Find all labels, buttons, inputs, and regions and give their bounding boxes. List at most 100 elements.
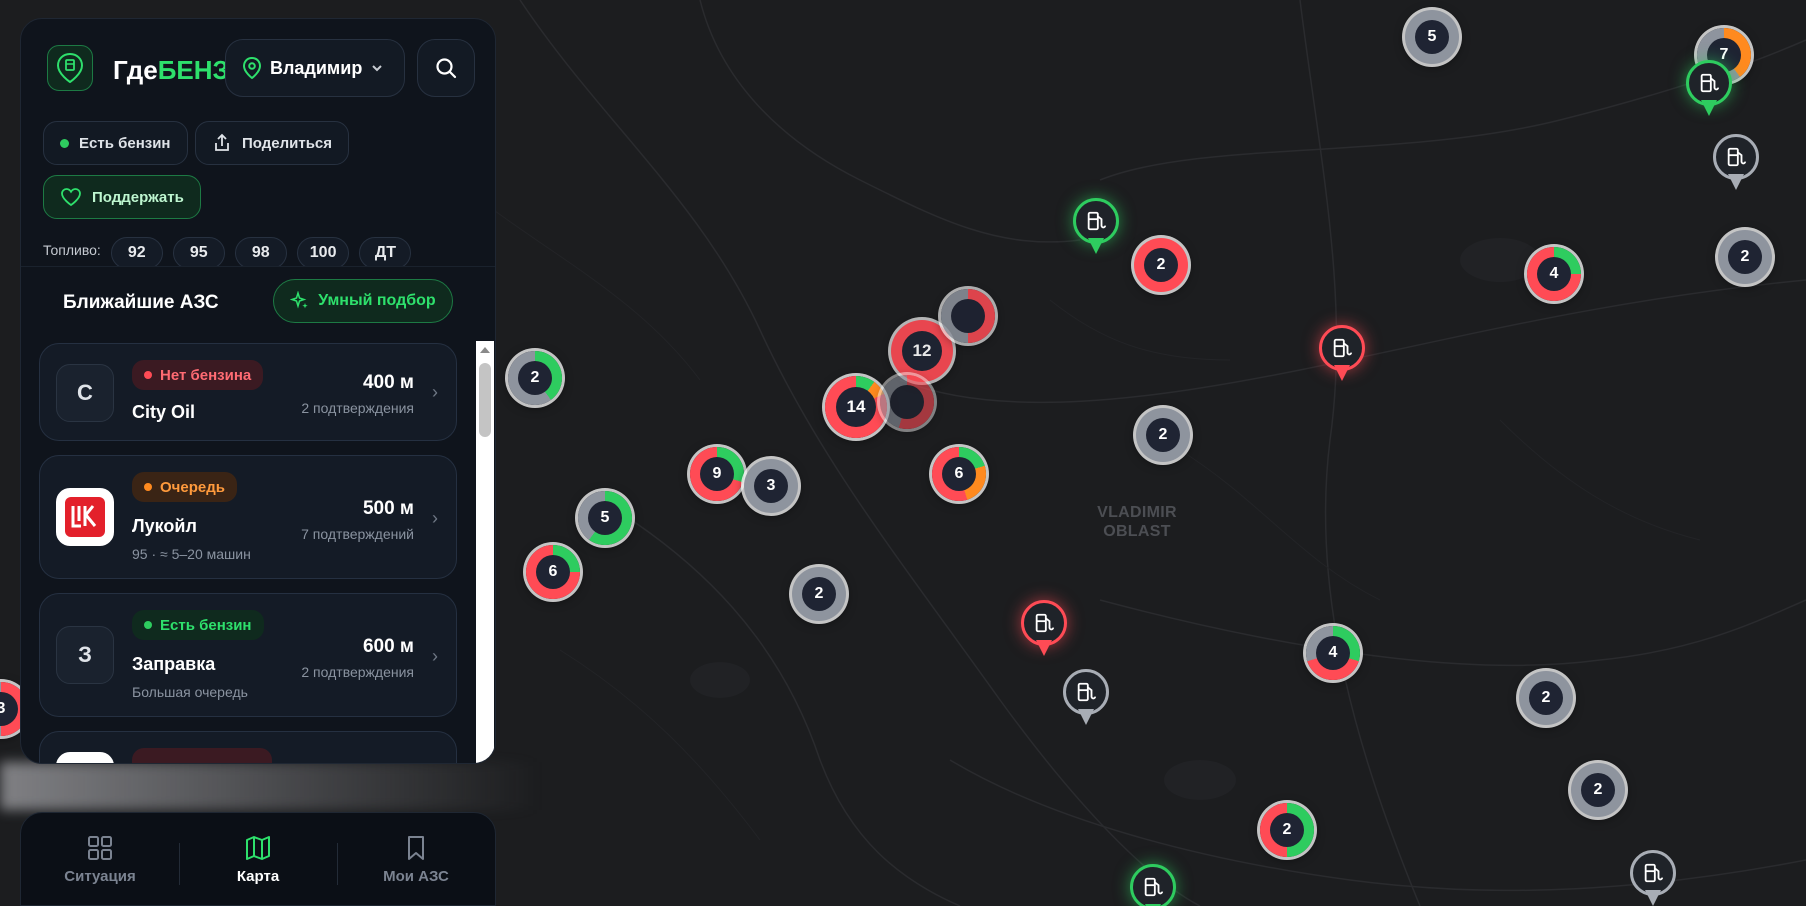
has-fuel-filter-chip[interactable]: Есть бензин	[43, 121, 188, 165]
cluster-count: 6	[536, 555, 570, 589]
heart-icon	[61, 188, 81, 207]
brand-part2: БЕНЗ	[157, 55, 229, 85]
map-cluster[interactable]: 2	[1571, 763, 1625, 817]
cluster-count: 12	[902, 331, 942, 371]
chip-label: Есть бензин	[79, 134, 171, 152]
station-name: City Oil	[132, 402, 196, 422]
cluster-count: 5	[1415, 20, 1449, 54]
fuel-type-95[interactable]: 95	[172, 236, 225, 266]
map-cluster[interactable]: 3	[744, 459, 798, 513]
cluster-count: 2	[1581, 773, 1615, 807]
station-logo: C	[56, 364, 114, 422]
station-pin[interactable]	[1073, 198, 1119, 260]
fuel-type-92[interactable]: 92	[110, 236, 163, 266]
map-cluster[interactable]: 5	[578, 491, 632, 545]
map-cluster[interactable]: 2	[1134, 238, 1188, 292]
blurred-overlay	[0, 762, 540, 810]
cluster-count: 2	[518, 361, 552, 395]
chip-label: Поддержать	[92, 188, 184, 206]
map-cluster[interactable]: 6	[526, 545, 580, 599]
map-cluster[interactable]: 9	[690, 447, 744, 501]
station-pin[interactable]	[1319, 325, 1365, 387]
share-icon	[215, 133, 229, 151]
cluster-count: 2	[802, 577, 836, 611]
map-cluster[interactable]: 6	[932, 447, 986, 501]
search-icon	[436, 58, 457, 79]
fuel-type-diesel[interactable]: ДТ	[359, 236, 412, 266]
cluster-count: 2	[1144, 248, 1178, 282]
chevron-right-icon: ›	[432, 382, 438, 402]
station-confirmations: 2 подтверждения	[301, 400, 414, 416]
location-pin-icon	[242, 57, 262, 79]
station-pin[interactable]	[1021, 600, 1067, 662]
app-logo[interactable]	[47, 45, 93, 91]
status-label: Очередь	[160, 478, 225, 496]
map-cluster[interactable]: 4	[1527, 247, 1581, 301]
station-pin[interactable]	[1130, 864, 1176, 906]
nav-my-stations[interactable]: Мои АЗС	[337, 813, 495, 905]
map-cluster[interactable]: 4	[1306, 626, 1360, 680]
search-button[interactable]	[417, 39, 475, 97]
cluster-count	[890, 385, 924, 419]
chip-label: Поделиться	[242, 134, 333, 152]
cluster-count: 3	[754, 469, 788, 503]
location-fuel-icon	[57, 53, 83, 83]
brand-title: ГдеБЕНЗ	[113, 55, 243, 86]
station-queue-info: Большая очередь	[132, 684, 248, 700]
station-pin[interactable]	[1686, 60, 1732, 122]
map-cluster[interactable]: 2	[792, 567, 846, 621]
map-cluster[interactable]: 5	[1405, 10, 1459, 64]
chevron-down-icon	[372, 65, 383, 72]
status-label: Есть бензин	[160, 616, 252, 634]
station-card[interactable]: З Есть бензин Заправка Большая очередь 6…	[39, 593, 457, 717]
map-cluster[interactable]: 2	[1136, 408, 1190, 462]
station-confirmations: 2 подтверждения	[301, 664, 414, 680]
station-pin[interactable]	[1063, 669, 1109, 731]
map-cluster[interactable]	[880, 375, 934, 429]
city-selector[interactable]: Владимир	[225, 39, 405, 97]
cluster-count: 2	[1146, 418, 1180, 452]
scroll-up-arrow-icon[interactable]	[480, 347, 490, 353]
map-cluster[interactable]: 2	[1519, 671, 1573, 725]
chevron-right-icon: ›	[432, 508, 438, 528]
stations-list[interactable]: C Нет бензина City Oil 400 м 2 подтвержд…	[21, 341, 495, 763]
scrollbar-thumb[interactable]	[479, 363, 491, 437]
station-pin[interactable]	[1713, 134, 1759, 196]
grid-icon	[88, 835, 112, 860]
cluster-count: 5	[588, 501, 622, 535]
station-card[interactable]: C Нет бензина City Oil 400 м 2 подтвержд…	[39, 343, 457, 441]
nav-situation[interactable]: Ситуация	[21, 813, 179, 905]
map-cluster[interactable]: 2	[1718, 230, 1772, 284]
support-button[interactable]: Поддержать	[43, 175, 201, 219]
station-distance: 500 м	[362, 498, 414, 519]
fuel-label: Топливо:	[43, 241, 101, 258]
map-cluster[interactable]: 2	[508, 351, 562, 405]
share-button[interactable]: Поделиться	[195, 121, 350, 165]
station-card[interactable]: Очередь Лукойл 95 · ≈ 5–20 машин 500 м 7…	[39, 455, 457, 579]
region-label-line2: OBLAST	[1103, 523, 1171, 540]
map-cluster[interactable]	[941, 289, 995, 343]
bookmark-icon	[408, 835, 424, 860]
nav-label: Мои АЗС	[383, 867, 449, 885]
region-label: VLADIMIR OBLAST	[1092, 503, 1182, 541]
list-scrollbar[interactable]	[476, 341, 494, 763]
side-panel: ГдеБЕНЗ Владимир Есть бензин Поделиться …	[20, 18, 496, 764]
station-pin[interactable]	[1630, 850, 1676, 906]
smart-pick-button[interactable]: Умный подбор	[273, 279, 453, 323]
map-cluster[interactable]: 2	[1260, 803, 1314, 857]
cluster-count: 14	[836, 387, 876, 427]
status-badge	[132, 748, 272, 763]
fuel-type-98[interactable]: 98	[234, 236, 287, 266]
station-card[interactable]	[39, 731, 457, 763]
nearby-stations-title: Ближайшие АЗС	[63, 292, 219, 313]
fuel-type-100[interactable]: 100	[296, 236, 350, 266]
cluster-count: 2	[1728, 240, 1762, 274]
sparkles-icon	[290, 291, 308, 309]
city-name: Владимир	[270, 57, 363, 78]
status-badge: Очередь	[132, 472, 237, 502]
smart-pick-label: Умный подбор	[318, 292, 436, 309]
station-name: Лукойл	[132, 516, 197, 536]
map-cluster[interactable]: 14	[825, 376, 887, 438]
nav-map[interactable]: Карта	[179, 813, 337, 905]
station-name: Заправка	[132, 654, 216, 674]
